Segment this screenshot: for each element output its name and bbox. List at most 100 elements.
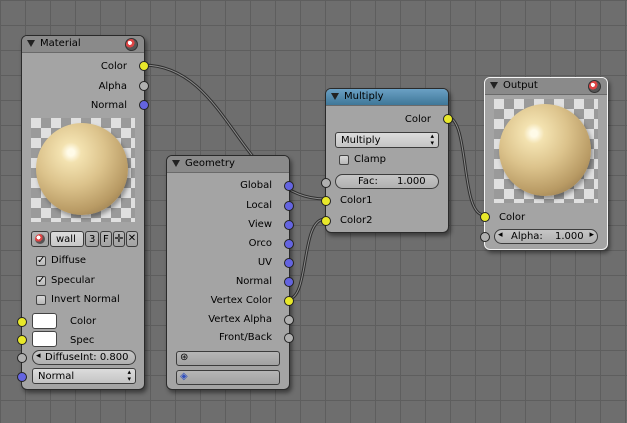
geometry-output-global-socket[interactable] <box>284 181 294 191</box>
material-output-color-label: Color <box>100 61 127 72</box>
material-output-alpha-socket[interactable] <box>139 81 149 91</box>
fac-field[interactable]: Fac: 1.000 <box>335 174 439 189</box>
updown-arrows-icon: ▴ ▾ <box>127 368 131 383</box>
geometry-output-vertexcolor-label: Vertex Color <box>210 295 272 306</box>
material-preview-sphere <box>36 123 128 215</box>
output-input-color-socket[interactable] <box>480 212 490 222</box>
output-node-header[interactable]: Output <box>485 78 607 95</box>
alpha-value: 1.000 <box>555 231 584 242</box>
invert-normal-label: Invert Normal <box>51 294 120 305</box>
geometry-node-title: Geometry <box>185 158 235 169</box>
multiply-node[interactable]: Multiply Color Multiply ▴ ▾ Clamp Fac: 1.… <box>321 88 453 233</box>
geometry-output-local-socket[interactable] <box>284 201 294 211</box>
uv-layer-field[interactable]: ⊛ <box>176 351 280 366</box>
output-input-color-label: Color <box>499 212 526 223</box>
material-name-field[interactable]: wall <box>50 231 84 247</box>
material-input-diffuseint-socket[interactable] <box>17 353 27 363</box>
clamp-label: Clamp <box>354 154 386 165</box>
vertex-color-icon: ◈ <box>180 371 188 382</box>
material-input-normal-socket[interactable] <box>17 372 27 382</box>
geometry-output-global-label: Global <box>240 180 272 191</box>
material-node-header[interactable]: Material <box>22 36 144 53</box>
multiply-output-color-label: Color <box>404 114 431 125</box>
multiply-input-fac-socket[interactable] <box>321 178 331 188</box>
blend-mode-value: Multiply <box>341 135 381 146</box>
unlink-material-icon[interactable]: ✕ <box>126 231 138 247</box>
output-preview-sphere <box>499 104 591 196</box>
material-output-normal-label: Normal <box>90 100 127 111</box>
invert-normal-checkbox[interactable] <box>36 295 46 305</box>
material-fake-user-button[interactable]: F <box>100 231 112 247</box>
specular-label: Specular <box>51 275 95 286</box>
collapse-triangle-icon[interactable] <box>172 160 180 167</box>
diffuse-intensity-field[interactable]: ◂ DiffuseInt: 0.800 <box>32 350 136 365</box>
output-input-alpha-socket[interactable] <box>480 232 490 242</box>
geometry-output-normal-label: Normal <box>235 276 272 287</box>
material-output-color-socket[interactable] <box>139 61 149 71</box>
material-spec-swatch[interactable] <box>32 331 57 347</box>
material-datablock-row: wall 3 F ✛ ✕ <box>31 231 138 247</box>
geometry-output-view-socket[interactable] <box>284 220 294 230</box>
material-browse-button[interactable] <box>31 231 49 247</box>
multiply-node-header[interactable]: Multiply <box>326 89 448 106</box>
material-node-title: Material <box>40 38 81 49</box>
output-node[interactable]: Output Color ◂ Alpha: 1.000 ▸ <box>480 77 608 250</box>
link-vertexcolor-to-color2 <box>287 217 326 301</box>
preview-toggle-icon[interactable] <box>125 38 138 51</box>
material-users-count[interactable]: 3 <box>85 231 99 247</box>
multiply-node-title: Multiply <box>344 91 384 102</box>
material-input-spec-label: Spec <box>70 335 95 346</box>
geometry-output-uv-socket[interactable] <box>284 258 294 268</box>
material-color-swatch[interactable] <box>32 313 57 329</box>
geometry-output-view-label: View <box>248 219 272 230</box>
material-input-spec-socket[interactable] <box>17 335 27 345</box>
material-node[interactable]: Material Color Alpha Normal wall 3 F ✛ ✕… <box>17 35 149 390</box>
material-name: wall <box>56 234 76 245</box>
diffuse-intensity-value: DiffuseInt: 0.800 <box>45 352 129 363</box>
clamp-checkbox[interactable] <box>339 155 349 165</box>
collapse-triangle-icon[interactable] <box>331 93 339 100</box>
multiply-output-color-socket[interactable] <box>443 114 453 124</box>
blend-mode-select[interactable]: Multiply ▴ ▾ <box>335 132 439 148</box>
specular-checkbox[interactable]: ✓ <box>36 276 46 286</box>
geometry-output-vertexalpha-socket[interactable] <box>284 315 294 325</box>
geometry-node[interactable]: Geometry Global Local View Orco UV Norma… <box>166 155 294 390</box>
geometry-output-local-label: Local <box>246 200 272 211</box>
multiply-input-color1-socket[interactable] <box>321 196 331 206</box>
material-fake-label: F <box>103 234 109 245</box>
multiply-input-color2-label: Color2 <box>340 215 373 226</box>
material-input-color-label: Color <box>70 316 97 327</box>
alpha-field[interactable]: ◂ Alpha: 1.000 ▸ <box>494 229 598 244</box>
geometry-output-vertexcolor-socket[interactable] <box>284 296 294 306</box>
add-material-icon[interactable]: ✛ <box>113 231 125 247</box>
material-output-normal-socket[interactable] <box>139 100 149 110</box>
fac-label: Fac: <box>358 176 378 187</box>
vertex-color-layer-field[interactable]: ◈ <box>176 370 280 385</box>
arrow-left-icon[interactable]: ◂ <box>498 230 503 240</box>
normal-select[interactable]: Normal ▴ ▾ <box>32 368 136 384</box>
collapse-triangle-icon[interactable] <box>490 82 498 89</box>
diffuse-label: Diffuse <box>51 255 87 266</box>
normal-select-value: Normal <box>38 371 75 382</box>
geometry-output-vertexalpha-label: Vertex Alpha <box>208 314 272 325</box>
arrow-right-icon[interactable]: ▸ <box>589 230 594 240</box>
diffuse-checkbox[interactable]: ✓ <box>36 256 46 266</box>
geometry-output-normal-socket[interactable] <box>284 277 294 287</box>
updown-arrows-icon: ▴ ▾ <box>430 132 434 147</box>
geometry-output-frontback-label: Front/Back <box>219 332 272 343</box>
material-output-alpha-label: Alpha <box>98 81 127 92</box>
arrow-left-icon[interactable]: ◂ <box>36 351 41 361</box>
geometry-output-uv-label: UV <box>257 257 272 268</box>
material-input-color-socket[interactable] <box>17 317 27 327</box>
geometry-node-header[interactable]: Geometry <box>167 156 289 173</box>
fac-value: 1.000 <box>397 176 426 187</box>
multiply-input-color1-label: Color1 <box>340 195 373 206</box>
collapse-triangle-icon[interactable] <box>27 40 35 47</box>
alpha-label: Alpha: <box>511 231 543 242</box>
preview-toggle-icon[interactable] <box>588 80 601 93</box>
geometry-output-orco-socket[interactable] <box>284 239 294 249</box>
geometry-output-frontback-socket[interactable] <box>284 333 294 343</box>
output-node-title: Output <box>503 80 538 91</box>
material-users-label: 3 <box>89 234 96 245</box>
multiply-input-color2-socket[interactable] <box>321 216 331 226</box>
